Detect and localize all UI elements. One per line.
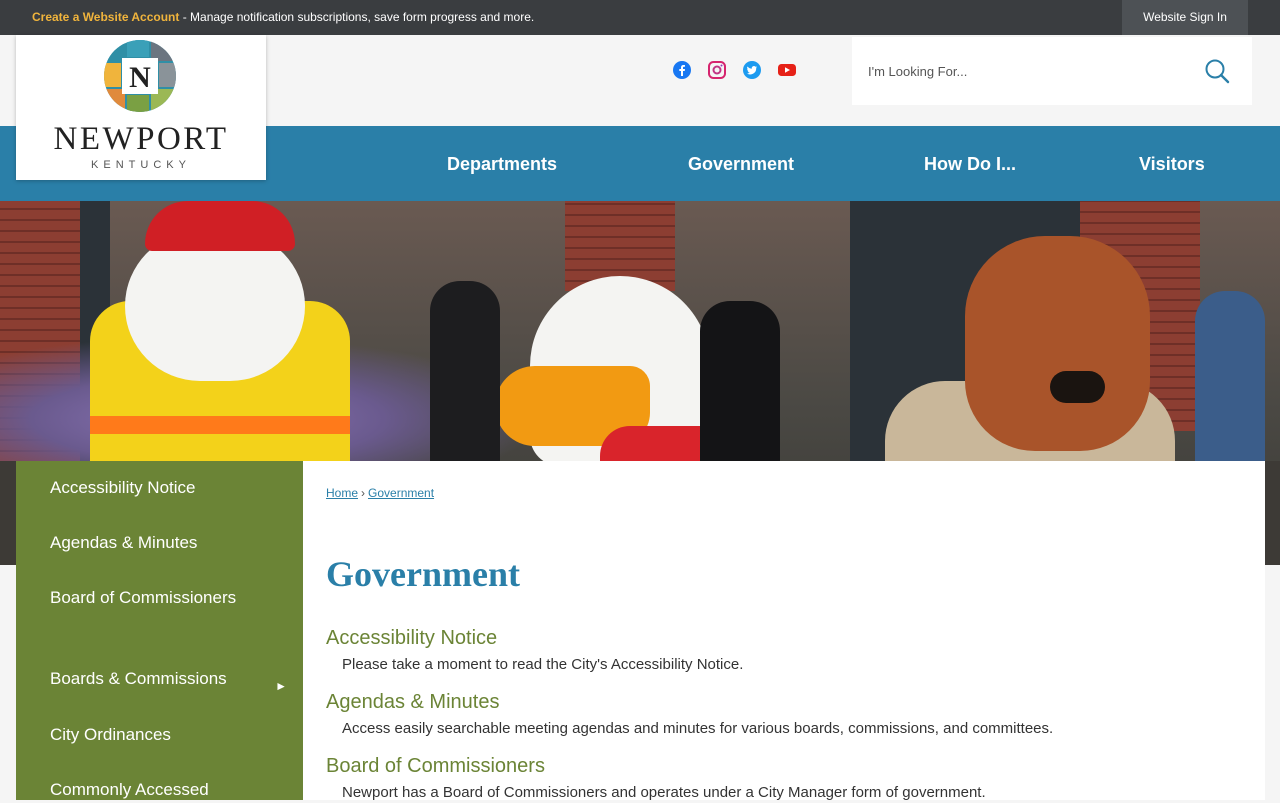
sidebar-item-city-ordinances[interactable]: City Ordinances (50, 722, 171, 748)
entry-heading-link[interactable]: Agendas & Minutes (326, 691, 499, 714)
sidebar-item-board-of-commissioners[interactable]: Board of Commissioners (50, 585, 250, 611)
sidebar-item-commonly-accessed[interactable]: Commonly Accessed (50, 777, 209, 803)
twitter-icon[interactable] (743, 61, 761, 79)
breadcrumb: Home › Government (326, 486, 434, 500)
instagram-icon[interactable] (708, 61, 726, 79)
entry-description: Access easily searchable meeting agendas… (342, 720, 1054, 737)
hero-dog-head (965, 236, 1150, 451)
nav-item-government[interactable]: Government (688, 126, 794, 201)
entry-description: Newport has a Board of Commissioners and… (342, 784, 986, 801)
newport-logo-icon: N (104, 40, 176, 112)
nav-item-how-do-i[interactable]: How Do I... (924, 126, 1016, 201)
entry-heading-link[interactable]: Board of Commissioners (326, 755, 545, 778)
sidebar-item-agendas-minutes[interactable]: Agendas & Minutes (50, 530, 197, 556)
sidebar-item-accessibility-notice[interactable]: Accessibility Notice (50, 475, 196, 501)
hero-person (430, 281, 500, 471)
logo-state: KENTUCKY (91, 159, 191, 171)
search-box (852, 37, 1252, 105)
submenu-arrow-icon[interactable]: ► (275, 679, 287, 693)
sidebar-item-boards-commissions[interactable]: Boards & Commissions (50, 666, 227, 692)
top-bar: Create a Website Account - Manage notifi… (0, 0, 1280, 35)
hero-person (700, 301, 780, 471)
nav-item-departments[interactable]: Departments (447, 126, 557, 201)
facebook-icon[interactable] (673, 61, 691, 79)
nav-item-visitors[interactable]: Visitors (1139, 126, 1205, 201)
page-title: Government (326, 554, 520, 594)
hero-person (1195, 291, 1265, 471)
main-content: Home › Government Government Accessibility… (303, 461, 1265, 801)
sidebar-nav: Accessibility Notice Agendas & Minutes B… (16, 461, 303, 800)
search-icon[interactable] (1204, 58, 1230, 84)
logo-name: NEWPORT (53, 121, 229, 157)
logo-letter: N (129, 61, 151, 94)
breadcrumb-current[interactable]: Government (368, 486, 434, 500)
account-message-text: - Manage notification subscriptions, sav… (179, 10, 535, 24)
entry-heading-link[interactable]: Accessibility Notice (326, 627, 497, 650)
hero-dog-nose (1050, 371, 1105, 403)
entry-description: Please take a moment to read the City's … (342, 656, 744, 673)
breadcrumb-home[interactable]: Home (326, 486, 358, 500)
youtube-icon[interactable] (778, 61, 796, 79)
hero-mascot-stripe (90, 416, 350, 434)
sign-in-button[interactable]: Website Sign In (1122, 0, 1248, 35)
hero-mascot-hat (145, 201, 295, 251)
account-message: Create a Website Account - Manage notifi… (32, 10, 534, 24)
create-account-link[interactable]: Create a Website Account (32, 10, 179, 24)
social-links (673, 61, 796, 79)
search-input[interactable] (868, 61, 1188, 81)
hero-mascot-head (125, 231, 305, 381)
site-logo[interactable]: N NEWPORT KENTUCKY (16, 35, 266, 180)
breadcrumb-separator: › (361, 486, 366, 500)
